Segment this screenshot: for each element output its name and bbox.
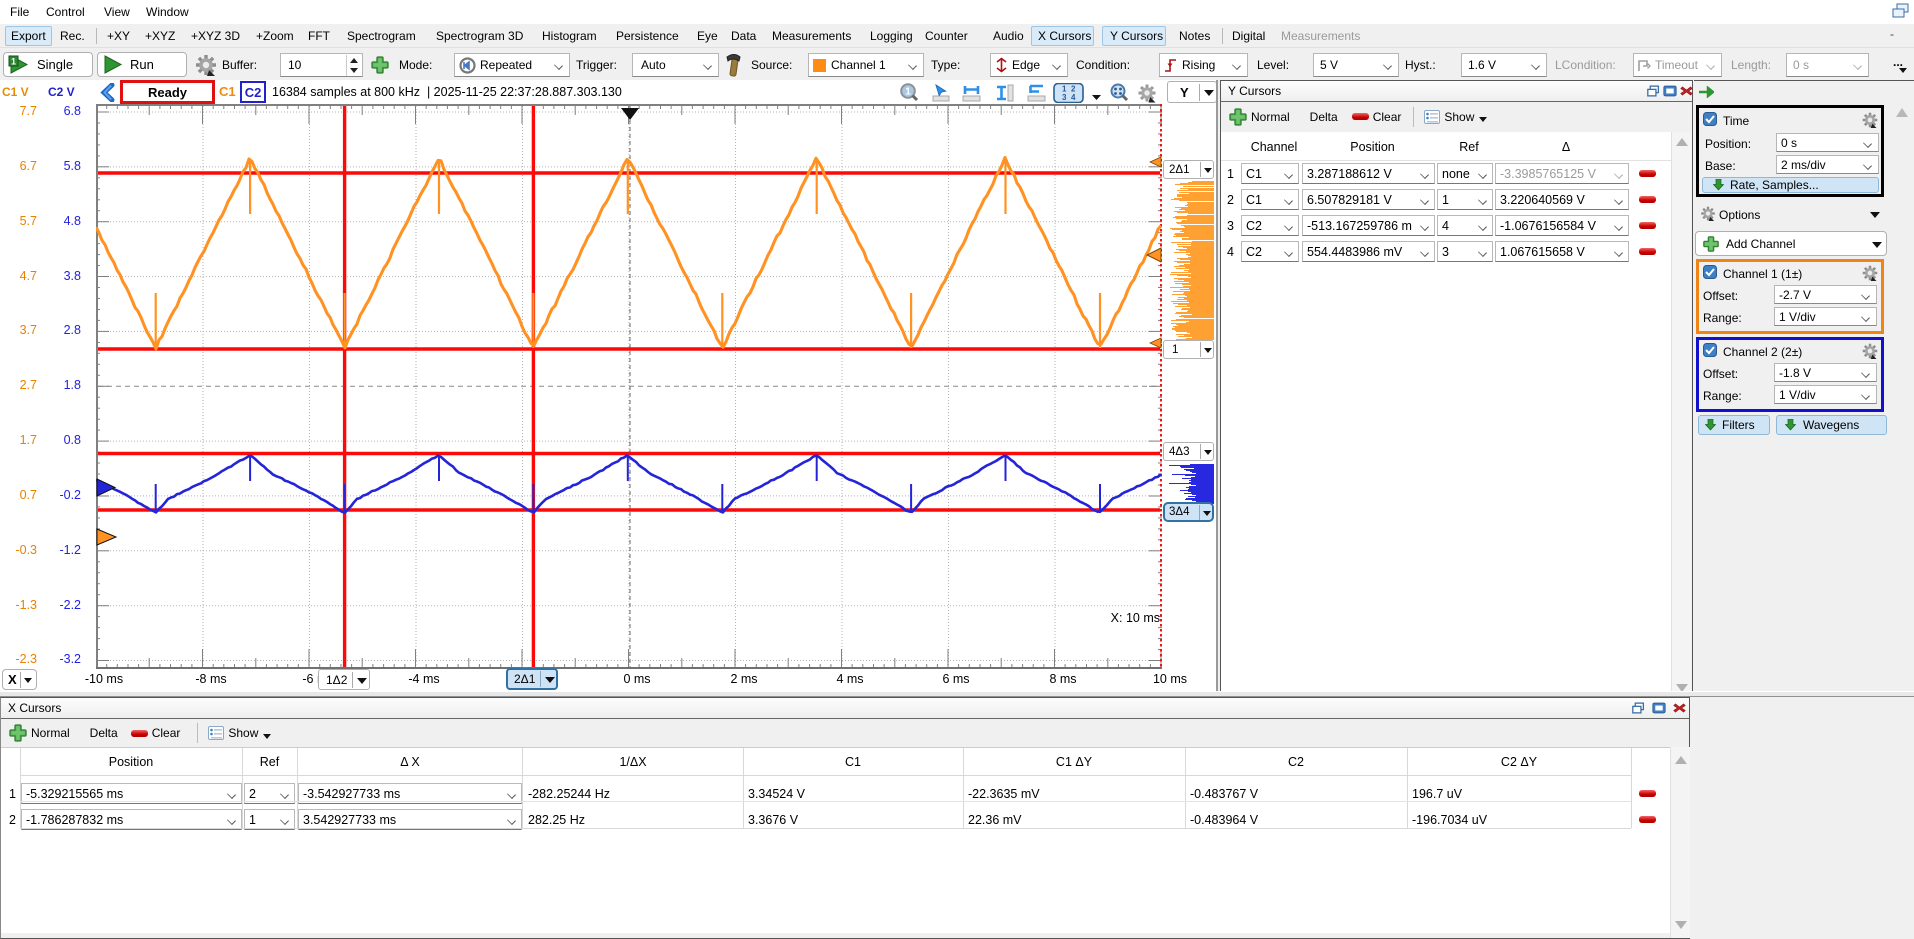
svg-text:1: 1 <box>905 87 911 98</box>
svg-text:3: 3 <box>1062 93 1067 102</box>
svg-text:1: 1 <box>11 57 16 67</box>
svg-text:X: 10 ms: X: 10 ms <box>1111 611 1160 625</box>
svg-text:4: 4 <box>1071 93 1076 102</box>
